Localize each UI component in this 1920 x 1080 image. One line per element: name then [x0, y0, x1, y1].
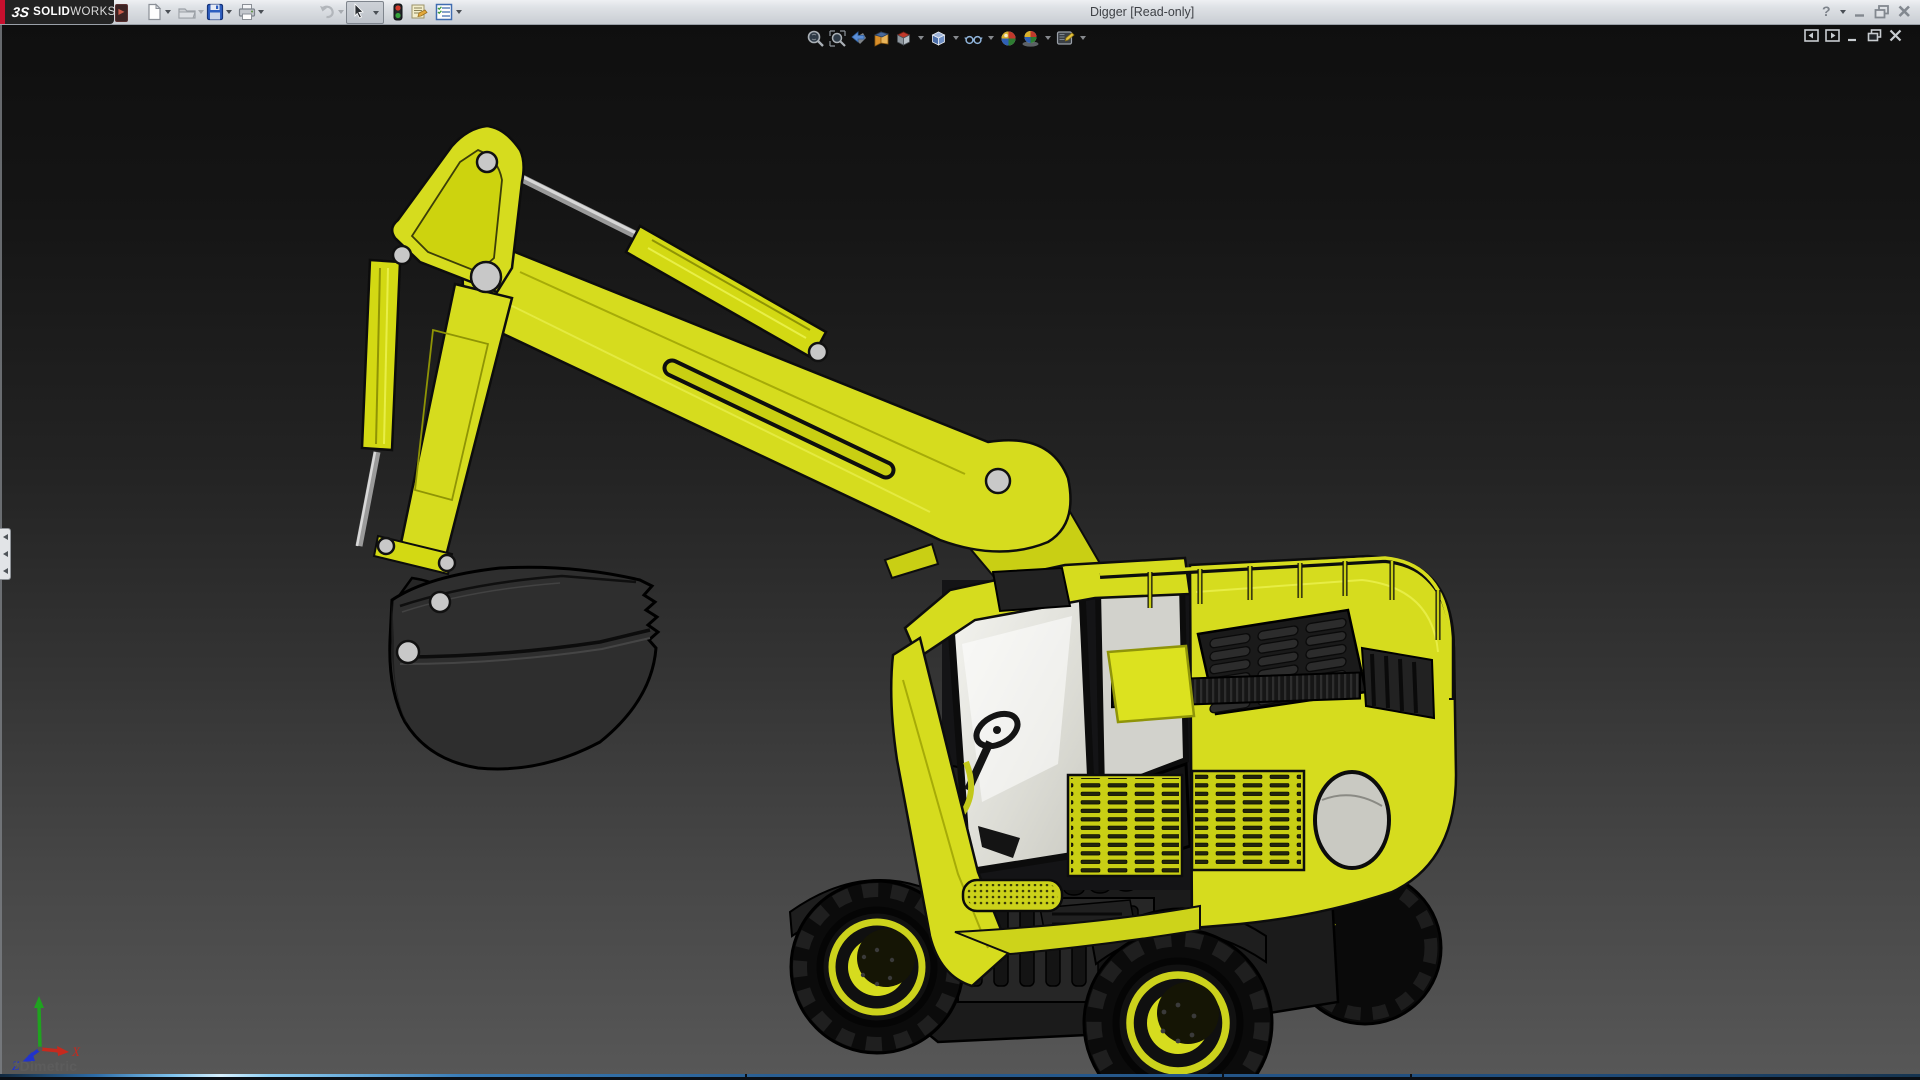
- print-icon[interactable]: [238, 3, 256, 21]
- solidworks-logo: 3S SOLIDWORKS: [0, 0, 114, 24]
- x-axis-arrow: [57, 1046, 69, 1056]
- traffic-light-icon[interactable]: [389, 3, 407, 21]
- title-bar: 3S SOLIDWORKS ▶: [0, 0, 1920, 25]
- open-dropdown: [198, 10, 204, 14]
- options-dropdown[interactable]: [456, 10, 462, 14]
- logo-glyph: 3S: [11, 4, 30, 20]
- y-axis-arrow: [34, 996, 44, 1008]
- graphics-viewport[interactable]: X Z *Dimetric: [0, 24, 1920, 1074]
- file-properties-icon[interactable]: [410, 3, 428, 21]
- dipper-stick[interactable]: [392, 126, 523, 560]
- bucket-cylinder[interactable]: [357, 260, 400, 546]
- print-dropdown[interactable]: [258, 10, 264, 14]
- solidworks-window: 3S SOLIDWORKS ▶: [0, 0, 1920, 1080]
- undo-icon: [318, 3, 336, 21]
- boom-arm[interactable]: [463, 244, 1071, 552]
- taskbar-highlight-line: [0, 1074, 1920, 1077]
- logo-red-stripe: [0, 0, 5, 24]
- brand-light: WORKS: [70, 6, 115, 18]
- minimize-button[interactable]: [1853, 4, 1868, 19]
- help-dropdown[interactable]: [1840, 10, 1846, 14]
- close-button[interactable]: [1897, 4, 1912, 19]
- select-cursor-icon: [351, 3, 367, 19]
- digger-3d-model[interactable]: [0, 24, 1920, 1074]
- select-tool-active-box[interactable]: [346, 1, 384, 24]
- taskbar-top-edge[interactable]: [0, 1074, 1920, 1080]
- select-dropdown[interactable]: [373, 11, 379, 15]
- x-axis-label: X: [71, 1044, 81, 1059]
- boom-root-pin: [986, 469, 1010, 493]
- rear-window: [1315, 772, 1389, 868]
- save-dropdown[interactable]: [226, 10, 232, 14]
- help-button[interactable]: ?: [1822, 3, 1831, 19]
- options-list-icon[interactable]: [435, 3, 453, 21]
- save-icon[interactable]: [206, 3, 224, 21]
- view-orientation-label: *Dimetric: [14, 1058, 77, 1074]
- window-title: Digger [Read-only]: [1090, 5, 1194, 19]
- undo-dropdown: [338, 10, 344, 14]
- sunroof-panel: [993, 568, 1070, 611]
- logo-expand-arrow[interactable]: ▶: [115, 4, 128, 22]
- new-document-icon[interactable]: [145, 3, 163, 21]
- restore-button[interactable]: [1874, 4, 1890, 19]
- open-folder-icon[interactable]: [178, 3, 196, 21]
- new-dropdown[interactable]: [165, 10, 171, 14]
- brand-bold: SOLID: [33, 6, 70, 18]
